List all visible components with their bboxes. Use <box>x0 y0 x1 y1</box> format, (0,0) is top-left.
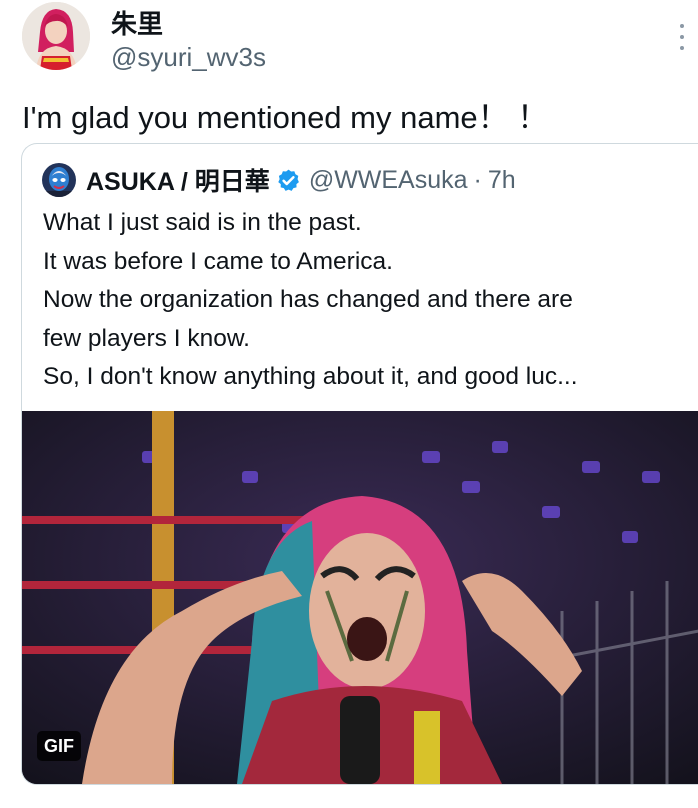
author-display-name[interactable]: 朱里 <box>111 4 163 41</box>
quoted-text-line: It was before I came to America. <box>43 247 393 275</box>
gif-badge: GIF <box>37 731 81 761</box>
quoted-tweet-timestamp[interactable]: 7h <box>488 166 516 195</box>
author-avatar[interactable] <box>22 2 90 70</box>
more-options-icon[interactable] <box>674 20 690 54</box>
header-separator: · <box>473 165 482 194</box>
quoted-author-display-name[interactable]: ASUKA / 明日華 <box>86 162 270 198</box>
quoted-text-line: few players I know. <box>43 324 250 352</box>
quoted-text-line: So, I don't know anything about it, and … <box>43 363 578 390</box>
quoted-text-line: What I just said is in the past. <box>43 209 362 236</box>
author-avatar-image <box>22 2 90 70</box>
quoted-tweet-header: ASUKA / 明日華 @WWEAsuka · 7h <box>42 162 516 198</box>
verified-badge-icon <box>278 169 299 191</box>
quoted-text-line: Now the organization has changed and the… <box>43 286 573 313</box>
quoted-author-handle[interactable]: @WWEAsuka <box>309 166 468 195</box>
author-handle[interactable]: @syuri_wv3s <box>111 42 266 73</box>
quoted-tweet-card[interactable]: ASUKA / 明日華 @WWEAsuka · 7h What I just s… <box>21 143 698 785</box>
quoted-author-avatar-image <box>42 163 76 197</box>
quoted-tweet-text: What I just said is in the past. It was … <box>43 204 693 397</box>
quoted-gif-media[interactable]: GIF <box>22 411 698 784</box>
gif-frame-image <box>22 411 698 784</box>
quoted-author-avatar[interactable] <box>42 163 76 197</box>
tweet-text: I'm glad you mentioned my name！ ！ <box>22 100 549 135</box>
